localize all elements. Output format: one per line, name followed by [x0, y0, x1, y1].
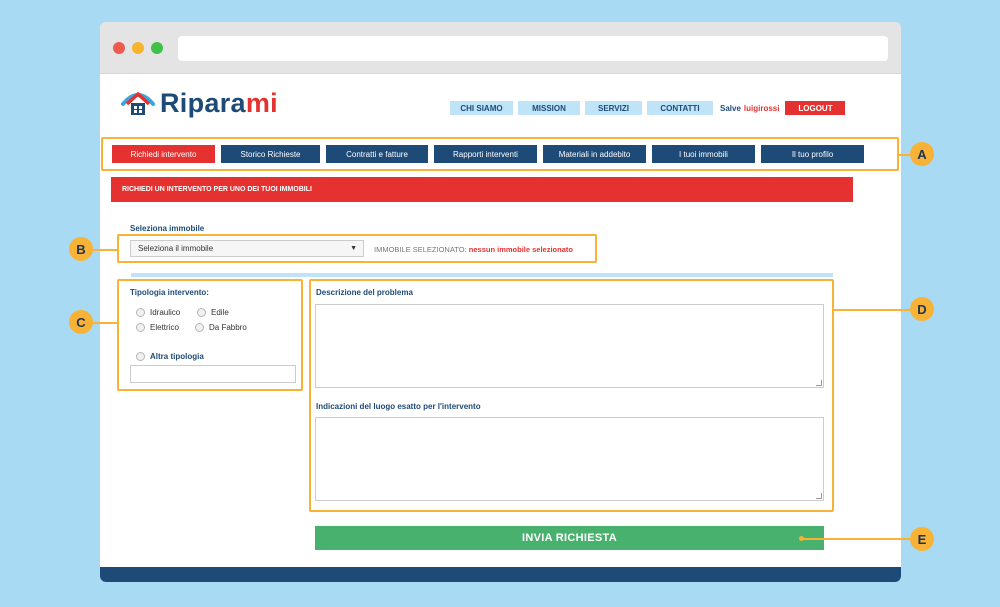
- username[interactable]: luigirossi: [744, 104, 780, 113]
- callout-b-connector: [92, 249, 118, 251]
- callout-b-highlight: [117, 234, 597, 263]
- callout-c-highlight: [117, 279, 303, 391]
- callout-e-marker: E: [910, 527, 934, 551]
- callout-c-connector: [92, 322, 118, 324]
- callout-c-marker: C: [69, 310, 93, 334]
- maximize-window-button[interactable]: [151, 42, 163, 54]
- logo-wordmark: Riparami: [160, 87, 278, 118]
- browser-chrome: [100, 22, 901, 74]
- property-label: Seleziona immobile: [130, 224, 205, 233]
- nav-servizi[interactable]: SERVIZI: [585, 101, 642, 115]
- nav-contatti[interactable]: CONTATTI: [647, 101, 713, 115]
- callout-b-marker: B: [69, 237, 93, 261]
- greeting-text: Salve: [720, 103, 741, 113]
- section-divider: [131, 273, 833, 277]
- callout-d-connector: [834, 309, 912, 311]
- page-footer: [100, 567, 901, 582]
- submit-request-button[interactable]: INVIA RICHIESTA: [315, 526, 824, 550]
- address-bar[interactable]: [178, 36, 888, 61]
- site-logo[interactable]: Riparami: [120, 86, 278, 120]
- minimize-window-button[interactable]: [132, 42, 144, 54]
- callout-e-connector: [803, 538, 911, 540]
- callout-d-highlight: [309, 279, 834, 512]
- callout-a-highlight: [101, 137, 899, 171]
- callout-d-marker: D: [910, 297, 934, 321]
- house-logo-icon: [121, 92, 155, 115]
- top-navigation: CHI SIAMO MISSION SERVIZI CONTATTI Salve…: [450, 101, 846, 115]
- logout-button[interactable]: LOGOUT: [785, 101, 846, 115]
- callout-a-marker: A: [910, 142, 934, 166]
- close-window-button[interactable]: [113, 42, 125, 54]
- section-banner: RICHIEDI UN INTERVENTO PER UNO DEI TUOI …: [111, 177, 853, 202]
- nav-chi-siamo[interactable]: CHI SIAMO: [450, 101, 513, 115]
- nav-mission[interactable]: MISSION: [518, 101, 580, 115]
